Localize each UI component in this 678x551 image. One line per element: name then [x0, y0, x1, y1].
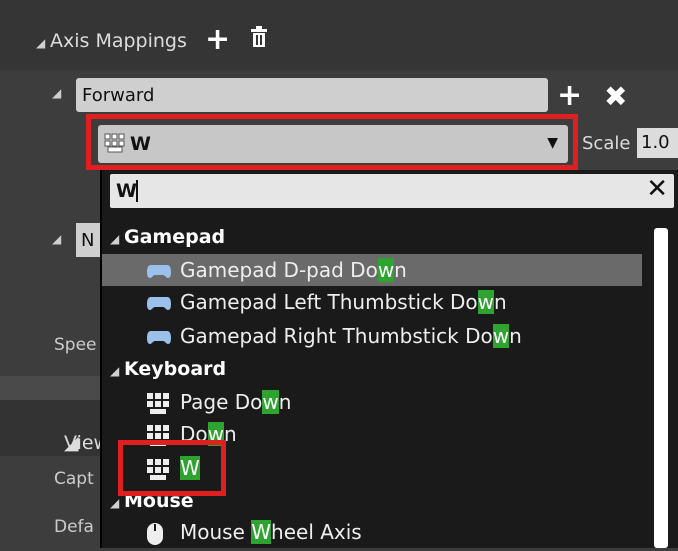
scale-input[interactable]: 1.0 — [637, 128, 678, 158]
axis-mappings-header: ◢ Axis Mappings + — [0, 0, 678, 70]
divider-band — [0, 376, 110, 400]
match-highlight: w — [377, 258, 395, 282]
search-input[interactable]: W ✕ — [110, 174, 674, 208]
collapse-arrow-icon[interactable]: ◢ — [110, 364, 124, 378]
capture-label: Capt — [54, 469, 94, 489]
scrollbar[interactable] — [654, 228, 668, 548]
scale-label: Scale — [582, 133, 631, 154]
collapse-arrow-icon[interactable]: ◢ — [52, 232, 66, 246]
gamepad-icon — [146, 326, 172, 350]
view-section-header[interactable]: ◢ View — [0, 400, 110, 456]
mouse-icon — [146, 522, 164, 551]
remove-mapping-icon[interactable]: ✖ — [604, 80, 627, 113]
default-label: Defa — [54, 517, 94, 537]
dropdown-item[interactable]: Page Down — [102, 386, 642, 418]
add-mapping-icon[interactable]: + — [205, 22, 230, 57]
highlight-box — [86, 114, 578, 170]
match-highlight: w — [262, 390, 279, 414]
trash-icon[interactable] — [250, 26, 268, 48]
dropdown-item[interactable]: Gamepad Right Thumbstick Down — [102, 320, 642, 352]
add-key-icon[interactable]: + — [557, 78, 582, 113]
category-gamepad[interactable]: ◢ Gamepad — [110, 226, 225, 248]
close-icon[interactable]: ✕ — [646, 174, 668, 204]
gamepad-icon — [146, 292, 172, 316]
match-highlight: w — [477, 290, 495, 314]
collapse-arrow-icon[interactable]: ◢ — [110, 232, 124, 246]
text-cursor — [136, 180, 138, 202]
collapse-arrow-icon[interactable]: ◢ — [52, 86, 66, 100]
dropdown-item[interactable]: Gamepad Left Thumbstick Down — [102, 286, 642, 318]
highlight-box — [118, 440, 226, 496]
dropdown-item[interactable]: Mouse Wheel Axis — [102, 516, 642, 548]
match-highlight: W — [251, 520, 272, 544]
gamepad-icon — [146, 260, 172, 284]
match-highlight: w — [492, 324, 510, 348]
collapse-arrow-icon[interactable]: ◢ — [110, 496, 124, 510]
collapse-arrow-icon[interactable]: ◢ — [36, 36, 50, 50]
dropdown-item-label: Gamepad Right Thumbstick Down — [180, 324, 522, 348]
category-keyboard[interactable]: ◢ Keyboard — [110, 358, 226, 380]
dropdown-item-label: Gamepad D-pad Down — [180, 258, 407, 282]
dropdown-item-label: Mouse Wheel Axis — [180, 520, 362, 544]
speed-label: Spee — [54, 335, 97, 355]
dropdown-item-label: Page Down — [180, 390, 292, 414]
mapping-name-field[interactable]: Forward — [76, 78, 548, 112]
dropdown-item-label: Gamepad Left Thumbstick Down — [180, 290, 507, 314]
axis-mappings-title: ◢ Axis Mappings — [36, 30, 187, 52]
keyboard-icon — [146, 392, 170, 419]
dropdown-item[interactable]: Gamepad D-pad Down — [102, 254, 642, 286]
